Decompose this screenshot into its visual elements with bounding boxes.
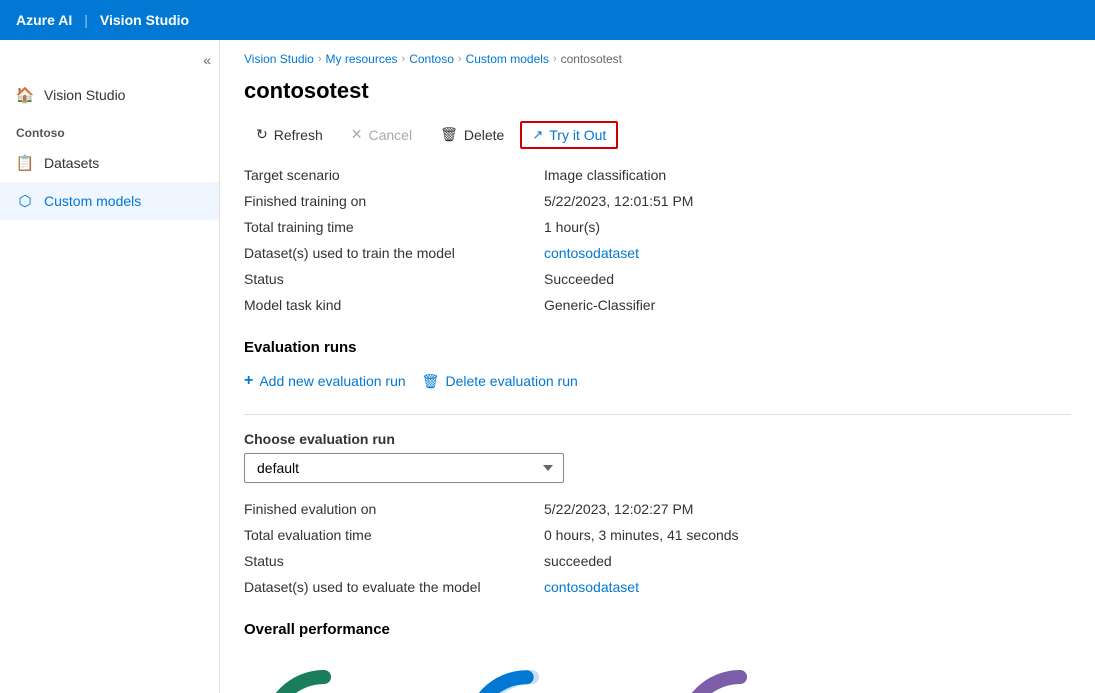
main-content: Vision Studio › My resources › Contoso ›… (220, 40, 1095, 693)
sidebar: « 🏠 Vision Studio Contoso 📋 Datasets ⬡ C… (0, 40, 220, 693)
eval-run-select[interactable]: default (244, 453, 564, 483)
gauge-svg (462, 662, 602, 693)
prop-value[interactable]: contosodataset (544, 577, 1071, 597)
eval-dropdown-wrap: default (220, 453, 1095, 499)
gauges-row: 100.0% Average precision i 96.9% Accurac… (220, 646, 1095, 693)
breadcrumb: Vision Studio › My resources › Contoso ›… (220, 40, 1095, 74)
prop-label: Total training time (244, 217, 544, 237)
prop-value: Succeeded (544, 269, 1071, 289)
toolbar: ↻ Refresh ✕ Cancel 🗑 Delete ↗ Try it Out (220, 120, 1095, 165)
prop-value: Image classification (544, 165, 1071, 185)
custom-models-icon: ⬡ (16, 192, 34, 210)
choose-eval-label: Choose evaluation run (220, 431, 1095, 453)
eval-properties-grid: Finished evalution on5/22/2023, 12:02:27… (220, 499, 1095, 605)
breadcrumb-custom-models[interactable]: Custom models (466, 52, 549, 66)
refresh-button[interactable]: ↻ Refresh (244, 120, 335, 149)
prop-value: succeeded (544, 551, 1071, 571)
sidebar-item-datasets[interactable]: 📋 Datasets (0, 144, 219, 182)
try-it-out-label: Try it Out (549, 127, 606, 143)
delete-label: Delete (464, 127, 504, 143)
sidebar-item-custom-models[interactable]: ⬡ Custom models (0, 182, 219, 220)
delete-eval-run-button[interactable]: 🗑 Delete evaluation run (422, 369, 578, 394)
prop-label: Status (244, 551, 544, 571)
prop-label: Model task kind (244, 295, 544, 315)
breadcrumb-contoso[interactable]: Contoso (409, 52, 454, 66)
delete-eval-label: Delete evaluation run (445, 373, 577, 389)
sidebar-section-contoso: Contoso (0, 114, 219, 144)
prop-value: 5/22/2023, 12:01:51 PM (544, 191, 1071, 211)
gauge-item: 100.0% Average precision i (244, 662, 404, 693)
prop-label: Target scenario (244, 165, 544, 185)
refresh-icon: ↻ (256, 126, 268, 143)
cancel-icon: ✕ (351, 126, 363, 143)
sidebar-item-label: Datasets (44, 155, 99, 171)
gauge-svg (254, 662, 394, 693)
add-icon: + (244, 372, 253, 390)
prop-label: Status (244, 269, 544, 289)
divider (244, 414, 1071, 415)
datasets-icon: 📋 (16, 154, 34, 172)
gauge-item: 100.0% Accuracy - Top 5 i (660, 662, 820, 693)
topbar-separator: | (84, 12, 88, 28)
breadcrumb-sep-4: › (553, 53, 557, 65)
add-eval-run-button[interactable]: + Add new evaluation run (244, 368, 406, 394)
cancel-button[interactable]: ✕ Cancel (339, 120, 424, 149)
page-title: contosotest (220, 74, 1095, 120)
prop-value: 5/22/2023, 12:02:27 PM (544, 499, 1071, 519)
delete-button[interactable]: 🗑 Delete (428, 120, 516, 149)
home-icon: 🏠 (16, 86, 34, 104)
gauge-item: 96.9% Accuracy - Top 1 i (452, 662, 612, 693)
sidebar-item-label: Vision Studio (44, 87, 125, 103)
prop-label: Dataset(s) used to train the model (244, 243, 544, 263)
product-label: Vision Studio (100, 12, 189, 28)
prop-label: Finished training on (244, 191, 544, 211)
prop-value: Generic-Classifier (544, 295, 1071, 315)
breadcrumb-current: contosotest (561, 52, 622, 66)
breadcrumb-sep-3: › (458, 53, 462, 65)
try-it-out-button[interactable]: ↗ Try it Out (520, 121, 618, 149)
breadcrumb-sep-1: › (318, 53, 322, 65)
prop-label: Total evaluation time (244, 525, 544, 545)
overall-performance-header: Overall performance (220, 605, 1095, 646)
sidebar-item-vision-studio[interactable]: 🏠 Vision Studio (0, 76, 219, 114)
breadcrumb-my-resources[interactable]: My resources (326, 52, 398, 66)
brand-label: Azure AI (16, 12, 72, 28)
sidebar-collapse-button[interactable]: « (0, 48, 219, 76)
delete-icon: 🗑 (440, 126, 458, 143)
prop-label: Dataset(s) used to evaluate the model (244, 577, 544, 597)
refresh-label: Refresh (274, 127, 323, 143)
sidebar-item-label: Custom models (44, 193, 141, 209)
prop-value: 0 hours, 3 minutes, 41 seconds (544, 525, 1071, 545)
breadcrumb-vision-studio[interactable]: Vision Studio (244, 52, 314, 66)
prop-value: 1 hour(s) (544, 217, 1071, 237)
prop-label: Finished evalution on (244, 499, 544, 519)
prop-value[interactable]: contosodataset (544, 243, 1071, 263)
evaluation-actions: + Add new evaluation run 🗑 Delete evalua… (220, 364, 1095, 410)
topbar: Azure AI | Vision Studio (0, 0, 1095, 40)
properties-grid: Target scenarioImage classificationFinis… (220, 165, 1095, 323)
main-layout: « 🏠 Vision Studio Contoso 📋 Datasets ⬡ C… (0, 40, 1095, 693)
try-it-out-icon: ↗ (532, 127, 543, 143)
cancel-label: Cancel (369, 127, 413, 143)
delete-eval-icon: 🗑 (422, 373, 440, 390)
breadcrumb-sep-2: › (402, 53, 406, 65)
add-eval-label: Add new evaluation run (259, 373, 405, 389)
gauge-svg (670, 662, 810, 693)
evaluation-runs-header: Evaluation runs (220, 323, 1095, 364)
